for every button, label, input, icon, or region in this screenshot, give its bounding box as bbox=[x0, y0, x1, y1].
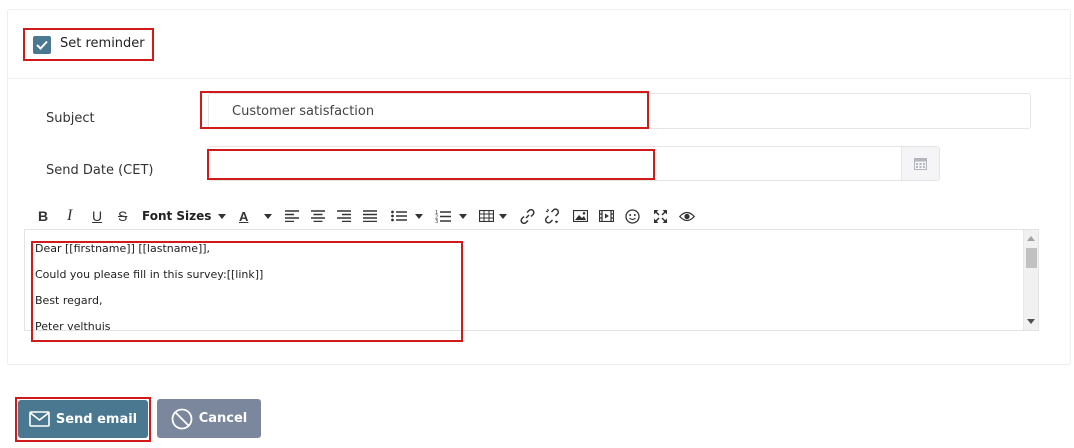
editor-scrollbar[interactable] bbox=[1023, 230, 1038, 330]
ban-icon bbox=[171, 408, 193, 429]
envelope-icon bbox=[29, 411, 50, 427]
strikethrough-icon[interactable]: S bbox=[118, 205, 127, 227]
editor-line: Best regard, bbox=[35, 294, 103, 307]
emoji-icon[interactable] bbox=[625, 205, 640, 227]
align-right-icon[interactable] bbox=[337, 205, 351, 227]
card-header: Set reminder bbox=[8, 10, 1070, 79]
table-icon[interactable] bbox=[479, 205, 494, 227]
unlink-icon[interactable] bbox=[544, 205, 560, 227]
image-icon[interactable] bbox=[573, 205, 588, 227]
calendar-icon bbox=[914, 158, 927, 170]
send-date-input[interactable] bbox=[208, 146, 908, 181]
align-left-icon[interactable] bbox=[285, 205, 299, 227]
bold-icon[interactable]: B bbox=[38, 205, 48, 227]
scroll-thumb[interactable] bbox=[1026, 248, 1037, 268]
set-reminder-checkbox[interactable] bbox=[33, 36, 51, 54]
editor-line: Peter velthuis bbox=[35, 320, 111, 331]
calendar-button[interactable] bbox=[901, 146, 940, 181]
fullscreen-icon[interactable] bbox=[653, 205, 668, 227]
check-icon bbox=[36, 40, 48, 50]
font-sizes-label: Font Sizes bbox=[142, 209, 212, 223]
font-sizes-dropdown[interactable]: Font Sizes bbox=[142, 205, 211, 227]
cancel-label: Cancel bbox=[198, 411, 248, 426]
scroll-down-arrow[interactable] bbox=[1027, 319, 1035, 324]
font-color-icon[interactable]: A bbox=[239, 205, 248, 227]
numbered-list-caret-icon[interactable] bbox=[459, 205, 467, 227]
table-caret-icon[interactable] bbox=[499, 205, 507, 227]
underline-icon[interactable]: U bbox=[92, 205, 102, 227]
italic-icon[interactable]: I bbox=[67, 205, 72, 227]
preview-icon[interactable] bbox=[679, 205, 695, 227]
align-center-icon[interactable] bbox=[311, 205, 325, 227]
numbered-list-icon[interactable]: 123 bbox=[435, 205, 451, 227]
font-color-caret-icon[interactable] bbox=[264, 205, 272, 227]
bulleted-list-icon[interactable] bbox=[391, 205, 407, 227]
editor-line: Could you please fill in this survey:[[l… bbox=[35, 268, 264, 281]
editor-line: Dear [[firstname]] [[lastname]], bbox=[35, 242, 211, 255]
set-reminder-checkbox-highlight[interactable]: Set reminder bbox=[23, 28, 154, 61]
email-body-editor[interactable]: Dear [[firstname]] [[lastname]], Could y… bbox=[24, 229, 1039, 331]
send-email-label: Send email bbox=[55, 411, 138, 427]
subject-input[interactable] bbox=[208, 93, 1031, 129]
align-justify-icon[interactable] bbox=[363, 205, 377, 227]
video-icon[interactable] bbox=[599, 205, 614, 227]
svg-text:3: 3 bbox=[435, 219, 438, 223]
send-email-button[interactable]: Send email bbox=[18, 400, 148, 438]
set-reminder-label[interactable]: Set reminder bbox=[60, 36, 145, 51]
link-icon[interactable] bbox=[520, 205, 535, 227]
subject-label: Subject bbox=[46, 111, 95, 126]
send-date-label: Send Date (CET) bbox=[46, 163, 154, 178]
cancel-button[interactable]: Cancel bbox=[157, 399, 261, 438]
scroll-up-arrow[interactable] bbox=[1027, 236, 1035, 241]
editor-toolbar: B I U S Font Sizes A 123 bbox=[30, 205, 710, 227]
font-sizes-caret-icon[interactable] bbox=[218, 205, 226, 227]
bulleted-list-caret-icon[interactable] bbox=[415, 205, 423, 227]
